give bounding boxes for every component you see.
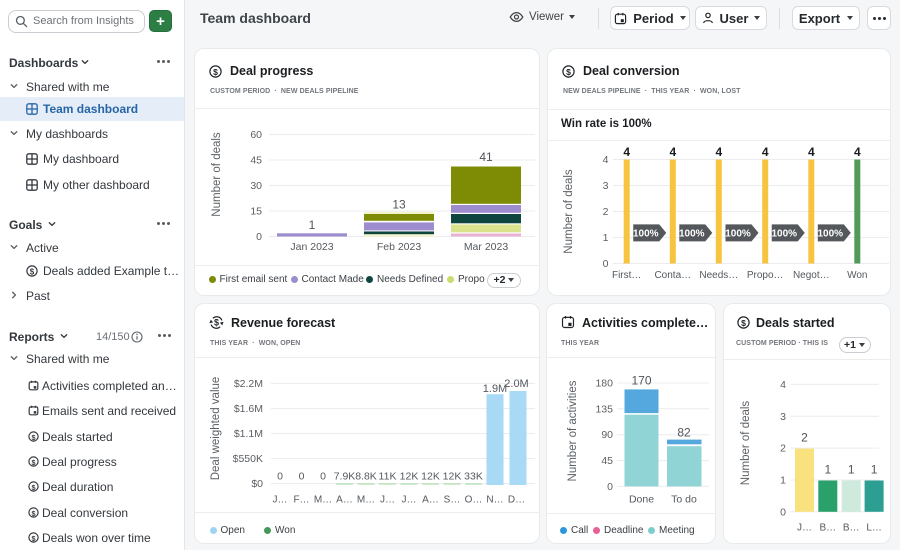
svg-text:Number of deals: Number of deals — [211, 132, 223, 217]
svg-text:0: 0 — [299, 471, 305, 483]
svg-text:8.8K: 8.8K — [355, 471, 377, 483]
svg-text:Won: Won — [847, 270, 867, 281]
svg-text:2.0M: 2.0M — [504, 378, 528, 390]
svg-text:15: 15 — [250, 206, 262, 218]
svg-text:0: 0 — [603, 258, 609, 270]
svg-text:Done: Done — [629, 494, 654, 506]
svg-text:Negot…: Negot… — [793, 270, 830, 281]
svg-text:100%: 100% — [725, 229, 751, 240]
svg-text:Conta…: Conta… — [654, 270, 691, 281]
svg-text:1: 1 — [871, 463, 878, 477]
svg-text:100%: 100% — [771, 229, 797, 240]
svg-text:J…: J… — [797, 523, 812, 534]
svg-text:60: 60 — [250, 129, 262, 141]
svg-text:1: 1 — [309, 218, 316, 232]
svg-text:4: 4 — [854, 145, 861, 159]
svg-text:Mar 2023: Mar 2023 — [464, 241, 509, 253]
svg-text:30: 30 — [250, 180, 262, 192]
svg-text:To do: To do — [671, 494, 697, 506]
svg-text:12K: 12K — [443, 471, 462, 483]
svg-text:N…: N… — [486, 495, 503, 506]
svg-text:4: 4 — [669, 145, 676, 159]
svg-text:0: 0 — [277, 471, 283, 483]
svg-text:M…: M… — [314, 495, 332, 506]
svg-text:100%: 100% — [633, 229, 659, 240]
svg-text:11K: 11K — [379, 471, 397, 483]
svg-text:7.9K: 7.9K — [334, 471, 356, 483]
svg-text:$: $ — [31, 508, 35, 517]
svg-text:0: 0 — [607, 481, 613, 493]
svg-text:D…: D… — [508, 495, 525, 506]
svg-text:$2.2M: $2.2M — [234, 378, 263, 390]
svg-text:A…: A… — [422, 495, 439, 506]
svg-text:0: 0 — [320, 471, 326, 483]
svg-text:4: 4 — [808, 145, 815, 159]
svg-text:Number of activities: Number of activities — [567, 380, 579, 481]
svg-text:L…: L… — [866, 523, 882, 534]
svg-text:Feb 2023: Feb 2023 — [377, 241, 422, 253]
svg-text:4: 4 — [623, 145, 630, 159]
svg-text:$0: $0 — [251, 478, 263, 490]
svg-text:2: 2 — [780, 443, 786, 455]
svg-text:J…: J… — [402, 495, 417, 506]
svg-text:First…: First… — [612, 270, 641, 281]
svg-text:Propo…: Propo… — [747, 270, 784, 281]
svg-text:J…: J… — [273, 495, 288, 506]
svg-text:180: 180 — [595, 378, 613, 390]
svg-text:41: 41 — [479, 150, 493, 164]
svg-text:170: 170 — [631, 374, 651, 388]
svg-text:1: 1 — [824, 463, 831, 477]
svg-text:F…: F… — [293, 495, 309, 506]
svg-text:Number of deals: Number of deals — [563, 169, 575, 254]
svg-text:$: $ — [31, 432, 35, 441]
svg-text:$550K: $550K — [233, 453, 263, 465]
svg-text:4: 4 — [780, 379, 786, 391]
svg-text:Deal weighted value: Deal weighted value — [210, 377, 222, 481]
svg-text:100%: 100% — [818, 229, 844, 240]
svg-text:B…: B… — [819, 523, 836, 534]
svg-text:4: 4 — [715, 145, 722, 159]
svg-text:$: $ — [31, 483, 35, 492]
svg-text:$: $ — [31, 534, 35, 543]
svg-text:$1.1M: $1.1M — [234, 428, 263, 440]
svg-text:33K: 33K — [464, 471, 483, 483]
svg-text:Jan 2023: Jan 2023 — [290, 241, 333, 253]
svg-text:O…: O… — [465, 495, 483, 506]
svg-text:90: 90 — [601, 429, 613, 441]
svg-text:13: 13 — [392, 198, 406, 212]
svg-text:3: 3 — [780, 411, 786, 423]
svg-text:3: 3 — [603, 180, 609, 192]
svg-text:B…: B… — [843, 523, 860, 534]
svg-text:12K: 12K — [400, 471, 419, 483]
svg-text:Number of deals: Number of deals — [740, 401, 752, 486]
svg-text:2: 2 — [603, 206, 609, 218]
svg-text:A…: A… — [336, 495, 353, 506]
svg-text:4: 4 — [762, 145, 769, 159]
svg-text:135: 135 — [595, 403, 613, 415]
svg-text:$: $ — [31, 457, 35, 466]
svg-text:S…: S… — [444, 495, 461, 506]
svg-text:12K: 12K — [421, 471, 440, 483]
svg-text:M…: M… — [357, 495, 375, 506]
svg-text:45: 45 — [601, 455, 613, 467]
svg-text:82: 82 — [677, 426, 691, 440]
svg-text:J…: J… — [380, 495, 395, 506]
svg-text:45: 45 — [250, 155, 262, 167]
svg-text:0: 0 — [780, 506, 786, 518]
svg-text:1: 1 — [848, 463, 855, 477]
svg-text:2: 2 — [801, 431, 808, 445]
svg-text:$1.6M: $1.6M — [234, 403, 263, 415]
svg-text:4: 4 — [603, 154, 609, 166]
svg-text:$: $ — [30, 267, 35, 276]
svg-text:1: 1 — [780, 475, 786, 487]
svg-text:100%: 100% — [679, 229, 705, 240]
svg-text:0: 0 — [256, 231, 262, 243]
svg-text:Needs…: Needs… — [699, 270, 738, 281]
svg-text:1: 1 — [603, 232, 609, 244]
